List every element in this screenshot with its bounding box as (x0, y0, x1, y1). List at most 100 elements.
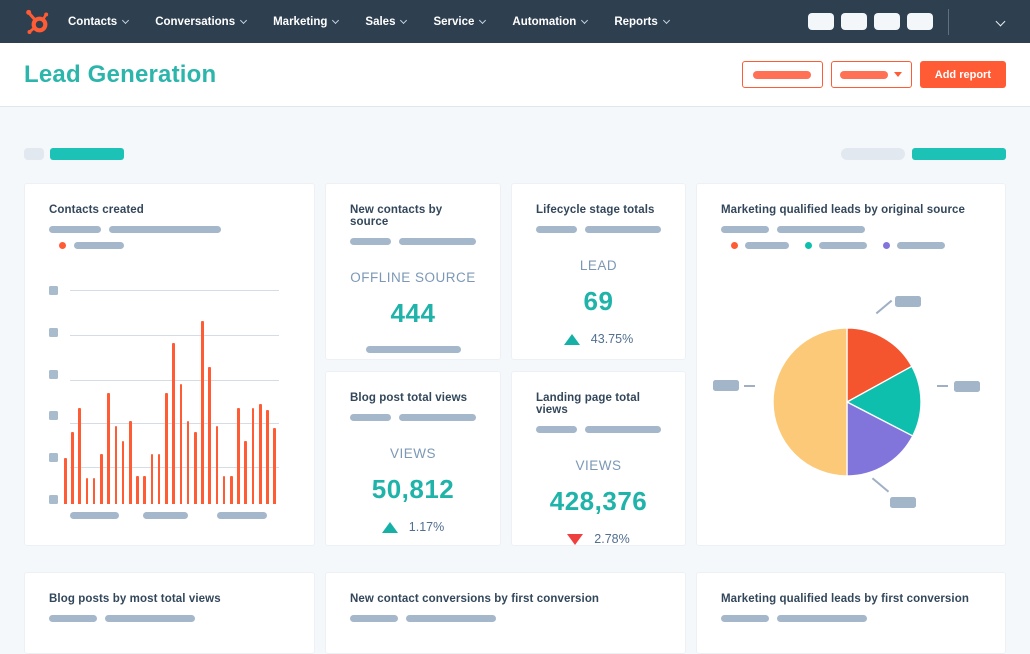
chevron-down-icon (122, 16, 130, 24)
bottom-cards-row: Blog posts by most total views New conta… (24, 572, 1006, 654)
metric-label: VIEWS (575, 458, 622, 473)
skeleton-tick (143, 512, 188, 519)
bar (201, 320, 204, 504)
pie-callout-placeholder (890, 497, 916, 508)
metric-delta: 2.78% (536, 532, 661, 546)
nav-item-service[interactable]: Service (433, 15, 487, 28)
pie-chart (713, 249, 981, 529)
card-subtitle-placeholder (721, 615, 981, 622)
delta-value: 2.78% (594, 532, 630, 546)
header-actions: Add report (741, 61, 1006, 88)
toolbar-icon-button[interactable] (841, 13, 867, 30)
card-subtitle-placeholder (536, 426, 661, 433)
bar (136, 475, 139, 504)
metric-delta: 1.17% (350, 520, 476, 534)
nav-item-contacts[interactable]: Contacts (68, 16, 130, 28)
skeleton-bar (105, 615, 195, 622)
bar (150, 453, 154, 504)
card-landing-page-total-views: Landing page total views VIEWS 428,376 2… (511, 371, 686, 546)
legend-label-placeholder (745, 242, 789, 249)
card-title: Marketing qualified leads by first conve… (721, 593, 969, 605)
skeleton-bar (399, 414, 476, 421)
navbar-divider (948, 8, 949, 35)
nav-item-marketing[interactable]: Marketing (273, 16, 340, 28)
skeleton-bar (350, 615, 398, 622)
nav-item-reports[interactable]: Reports (614, 16, 670, 28)
dashboard-filter-row (24, 148, 1006, 160)
card-blog-post-total-views: Blog post total views VIEWS 50,812 1.17% (325, 371, 501, 546)
card-title: Blog post total views (350, 392, 468, 404)
chevron-down-icon (581, 16, 589, 24)
bar (179, 384, 183, 504)
card-lifecycle-stage-totals: Lifecycle stage totals LEAD 69 43.75% (511, 183, 686, 360)
bar (222, 475, 226, 504)
skeleton-tick (49, 453, 58, 463)
bar-chart (49, 286, 290, 504)
pie-callout-line (937, 385, 948, 387)
toolbar-icon-button[interactable] (874, 13, 900, 30)
bar (266, 410, 269, 504)
hubspot-logo[interactable] (22, 7, 52, 37)
legend-label-placeholder (74, 242, 124, 249)
filter-pill-active[interactable] (912, 148, 1006, 160)
metric-label: VIEWS (389, 446, 436, 461)
metric-value: 428,376 (549, 486, 648, 516)
nav-item-automation[interactable]: Automation (512, 15, 589, 28)
bar (100, 453, 103, 504)
skeleton-bar (109, 226, 221, 233)
nav-item-label: Automation (512, 15, 577, 28)
bar (208, 366, 211, 504)
x-axis-tick-placeholders (70, 512, 290, 519)
legend-label-placeholder (897, 242, 945, 249)
skeleton-tick (70, 512, 119, 519)
toolbar-icon-button[interactable] (907, 13, 933, 30)
filter-row-right (841, 148, 1006, 160)
bar (85, 477, 89, 504)
bar (71, 432, 74, 504)
skeleton-bar (350, 238, 392, 245)
skeleton-bar (365, 346, 461, 353)
bar (273, 427, 276, 504)
delta-value: 1.17% (408, 520, 445, 534)
nav-item-conversations[interactable]: Conversations (155, 15, 248, 28)
pie-callout-placeholder (895, 296, 921, 307)
add-report-button[interactable]: Add report (919, 61, 1006, 88)
filter-pill-placeholder[interactable] (24, 148, 44, 160)
account-chevron-down-icon[interactable] (995, 16, 1006, 27)
filter-pill-active[interactable] (50, 148, 124, 160)
pie-callout-placeholder (713, 380, 739, 391)
dashboard-filter-dropdown[interactable] (830, 61, 912, 88)
pie-svg (772, 327, 922, 477)
card-subtitle-placeholder (350, 238, 476, 245)
card-title: New contact conversions by first convers… (350, 593, 600, 605)
skeleton-bar (721, 226, 769, 233)
skeleton-bar (777, 226, 865, 233)
skeleton-bar (49, 226, 101, 233)
nav-item-label: Conversations (155, 15, 236, 28)
top-navbar: Contacts Conversations Marketing Sales S… (0, 0, 1030, 43)
report-cards-grid: Contacts created New contacts by source … (24, 183, 1006, 546)
card-new-contacts-by-source: New contacts by source OFFLINE SOURCE 44… (325, 183, 501, 360)
chart-legend (59, 242, 290, 249)
card-title: Lifecycle stage totals (536, 204, 655, 216)
toolbar-icon-button[interactable] (808, 13, 834, 30)
chevron-down-icon (479, 16, 487, 24)
dashboard-action-button[interactable] (741, 61, 823, 88)
metric-value: 50,812 (371, 474, 455, 504)
card-mql-by-first-conversion: Marketing qualified leads by first conve… (696, 572, 1006, 654)
bar (172, 342, 175, 504)
filter-pill-placeholder[interactable] (841, 148, 905, 160)
bar (230, 475, 233, 504)
delta-value: 43.75% (590, 332, 634, 346)
bar (193, 432, 197, 504)
main-nav-menu: Contacts Conversations Marketing Sales S… (68, 15, 670, 28)
page-header: Lead Generation Add report (0, 43, 1030, 107)
skeleton-tick (49, 494, 58, 504)
metric-delta: 43.75% (536, 332, 661, 346)
nav-item-label: Service (433, 15, 475, 28)
skeleton-bar (399, 238, 476, 245)
nav-item-sales[interactable]: Sales (365, 16, 408, 28)
card-title: Marketing qualified leads by original so… (721, 204, 966, 216)
skeleton-tick (217, 512, 267, 519)
pie-callout-placeholder (954, 381, 980, 392)
